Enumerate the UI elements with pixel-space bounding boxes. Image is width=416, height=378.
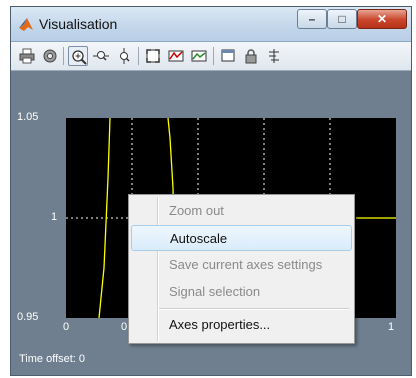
fit-to-view-icon: [146, 49, 160, 63]
minimize-icon: –: [308, 12, 316, 26]
y-tick-label: 0.95: [17, 311, 39, 323]
x-tick-label: 0: [121, 321, 128, 333]
floating-scope-button[interactable]: [218, 46, 238, 66]
print-button[interactable]: [17, 46, 37, 66]
toolbar-separator: [138, 47, 139, 65]
time-offset-value: 0: [78, 353, 86, 365]
fit-to-view-button[interactable]: [143, 46, 163, 66]
maximize-icon: □: [338, 12, 346, 26]
signal-selection-button[interactable]: [189, 46, 209, 66]
print-icon: [19, 48, 35, 64]
settings-button[interactable]: [40, 46, 60, 66]
zoom-y-icon: [120, 48, 130, 64]
zoom-in-icon: [72, 50, 87, 65]
context-menu: Zoom out Autoscale Save current axes set…: [128, 194, 355, 344]
zoom-x-button[interactable]: [91, 46, 111, 66]
time-offset-text: Time offset:: [19, 353, 76, 365]
zoom-x-icon: [93, 51, 109, 61]
scope-parameters-button[interactable]: [166, 46, 186, 66]
menu-item-label: Zoom out: [169, 203, 224, 218]
x-tick-label: 0: [63, 321, 70, 333]
close-icon: ✕: [376, 12, 388, 26]
toolbar-separator: [213, 47, 214, 65]
time-offset-label: Time offset: 0: [19, 353, 85, 365]
settings-icon: [43, 49, 57, 63]
menu-item-save-axes-settings[interactable]: Save current axes settings: [131, 252, 352, 278]
y-tick-label: 1.05: [17, 111, 39, 123]
close-button[interactable]: ✕: [357, 9, 407, 29]
scope-parameters-icon: [168, 50, 184, 62]
menu-item-label: Signal selection: [169, 284, 261, 299]
menu-item-label: Axes properties...: [169, 317, 271, 332]
floating-scope-icon: [221, 49, 235, 62]
y-tick-label: 1: [51, 211, 58, 223]
menu-item-autoscale[interactable]: Autoscale: [131, 225, 352, 251]
matlab-logo-icon: [19, 18, 33, 31]
minimize-button[interactable]: –: [297, 9, 327, 29]
toolbar: [11, 42, 411, 71]
window-title: Visualisation: [39, 16, 118, 32]
lock-icon: [245, 49, 257, 64]
menu-item-signal-selection[interactable]: Signal selection: [131, 279, 352, 305]
title-bar[interactable]: Visualisation – □ ✕: [11, 7, 411, 42]
signal-selection-icon: [191, 50, 207, 62]
signal-tools-button[interactable]: [264, 46, 284, 66]
toolbar-separator: [63, 47, 64, 65]
maximize-button[interactable]: □: [327, 9, 357, 29]
lock-button[interactable]: [241, 46, 261, 66]
menu-separator: [159, 308, 349, 310]
x-tick-label: 1: [388, 321, 395, 333]
menu-item-label: Autoscale: [170, 231, 228, 246]
menu-item-zoom-out[interactable]: Zoom out: [131, 198, 352, 224]
zoom-y-button[interactable]: [114, 46, 134, 66]
signal-tools-icon: [269, 49, 279, 63]
menu-item-label: Save current axes settings: [169, 257, 323, 272]
menu-item-axes-properties[interactable]: Axes properties...: [131, 312, 352, 338]
zoom-in-button[interactable]: [68, 46, 88, 66]
